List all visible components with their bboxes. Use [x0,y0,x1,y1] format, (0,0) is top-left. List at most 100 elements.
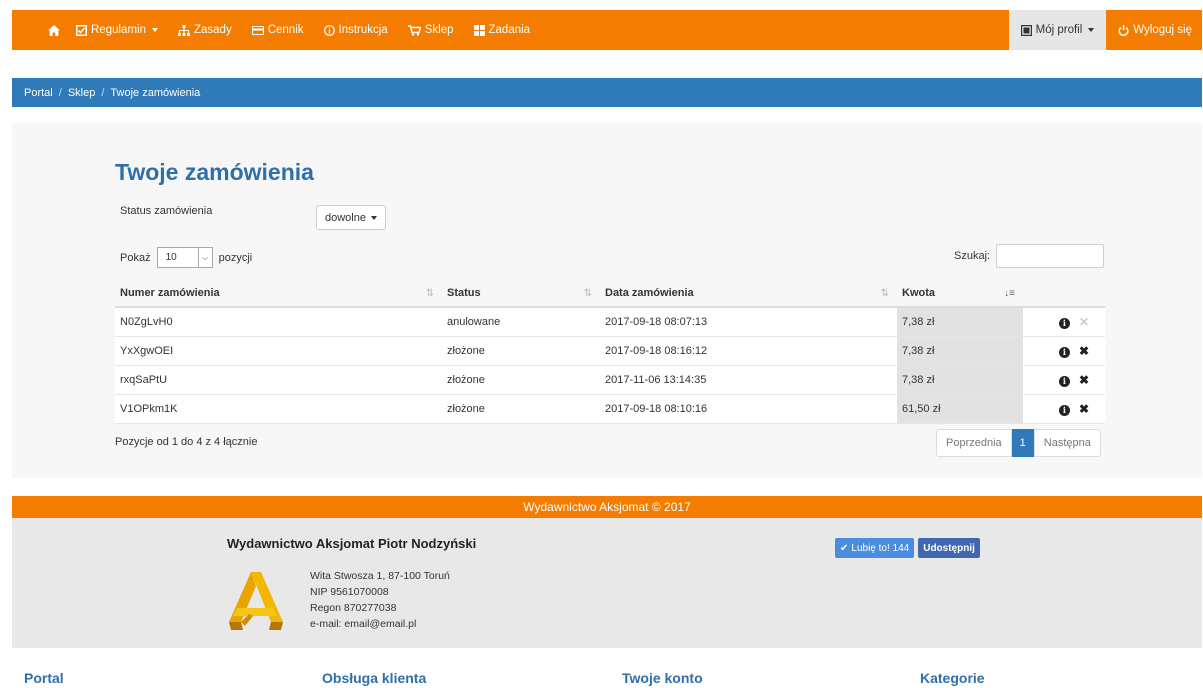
sitemap-icon [177,24,190,36]
facebook-share-button[interactable]: Udostępnij [918,538,980,558]
order-number: rxqSaPtU [115,365,442,395]
column-header-amount-label: Kwota [902,286,935,299]
status-filter-value: dowolne [325,211,366,224]
table-row: YxXgwOEI złożone 2017-09-18 08:16:12 7,3… [115,336,1105,366]
footer-column-account: Twoje konto [622,670,703,686]
company-address: Wita Stwosza 1, 87-100 Toruń NIP 9561070… [310,568,450,632]
close-icon[interactable]: ✖ [1079,344,1089,358]
order-amount: 61,50 zł [897,394,1023,424]
logout-button[interactable]: Wyloguj się [1106,10,1202,50]
order-amount: 7,38 zł [897,365,1023,395]
nav-sklep[interactable]: Sklep [398,10,464,50]
company-logo [229,572,283,630]
order-status: złożone [442,394,600,424]
order-number: N0ZgLvH0 [115,307,442,337]
close-icon[interactable]: ✖ [1079,373,1089,387]
page-length-select[interactable]: 10 ⌵ [156,247,213,268]
nav-instrukcja-label: Instrukcja [338,24,388,36]
footer-box: Wydawnictwo Aksjomat Piotr Nodzyński Wit… [12,518,1202,648]
orders-table: Numer zamówienia ⇅ Status ⇅ Data zamówieni… [115,279,1105,424]
column-header-date[interactable]: Data zamówienia ⇅ [600,279,897,308]
order-actions: i ✖ [1023,394,1105,424]
breadcrumb: Portal / Sklep / Twoje zamówienia [12,78,1202,107]
sort-desc-icon: ↓≡ [1004,288,1015,299]
order-date: 2017-11-06 13:14:35 [600,365,897,395]
nip-line: NIP 9561070008 [310,586,389,598]
pagination-next[interactable]: Następna [1033,429,1101,457]
chevron-down-icon [1088,28,1095,32]
pagination-page[interactable]: 1 [1011,429,1034,457]
order-actions: i ✖ [1023,336,1105,366]
chevron-down-icon [151,28,158,32]
logout-label: Wyloguj się [1133,24,1192,36]
page-title: Twoje zamówienia [115,159,314,185]
profile-menu[interactable]: Mój profil [1008,10,1107,50]
page-length-suffix: pozycji [218,251,253,264]
footer-column-portal: Portal [24,670,64,686]
sort-icon: ⇅ [425,288,434,299]
nav-zasady[interactable]: Zasady [168,10,242,50]
status-filter-dropdown[interactable]: dowolne [316,205,386,230]
search-label: Szukaj: [954,250,991,262]
column-header-number[interactable]: Numer zamówienia ⇅ [115,279,442,308]
nav-zadania[interactable]: Zadania [464,10,541,50]
footer-column-categories: Kategorie [920,670,985,686]
sort-icon: ⇅ [583,288,592,299]
nav-cennik[interactable]: Cennik [242,10,314,50]
order-date: 2017-09-18 08:07:13 [600,307,897,337]
order-date: 2017-09-18 08:10:16 [600,394,897,424]
page-length-control: Pokaż 10 ⌵ pozycji [120,247,252,268]
chevron-down-icon: ⌵ [197,248,212,267]
breadcrumb-sklep[interactable]: Sklep [68,87,96,99]
order-status: anulowane [442,307,600,337]
main-panel: Twoje zamówienia Status zamówienia dowol… [12,123,1202,478]
home-icon [48,24,60,36]
column-header-number-label: Numer zamówienia [120,286,220,299]
email-line: e-mail: email@email.pl [310,618,417,630]
nav-zadania-label: Zadania [488,24,531,36]
column-header-date-label: Data zamówienia [605,286,694,299]
nav-sklep-label: Sklep [424,24,454,36]
table-header-row: Numer zamówienia ⇅ Status ⇅ Data zamówieni… [115,279,1105,308]
pagination-previous[interactable]: Poprzednia [936,429,1012,457]
info-icon[interactable]: i [1058,317,1070,329]
column-header-status-label: Status [447,286,481,299]
table-row: rxqSaPtU złożone 2017-11-06 13:14:35 7,3… [115,365,1105,395]
footer-column-customer-service: Obsługa klienta [322,670,427,686]
page-length-prefix: Pokaż [120,251,151,264]
order-number: YxXgwOEI [115,336,442,366]
home-link[interactable] [12,10,66,50]
order-actions: i ✕ [1023,307,1105,337]
order-number: V1OPkm1K [115,394,442,424]
breadcrumb-current: Twoje zamówienia [110,86,201,99]
pagination: Poprzednia 1 Następna [936,429,1101,457]
chevron-down-icon [370,215,377,220]
footer-bar: Wydawnictwo Aksjomat © 2017 [12,496,1202,518]
order-status: złożone [442,336,600,366]
page: Regulamin Zasady Cennik Instrukcja Sklep… [0,0,1203,688]
facebook-widgets: ✔ Lubię to! 144 Udostępnij [835,538,980,558]
order-status: złożone [442,365,600,395]
address-line: Wita Stwosza 1, 87-100 Toruń [310,570,450,582]
cart-icon [407,24,421,36]
close-icon[interactable]: ✖ [1079,402,1089,416]
info-icon[interactable]: i [1058,346,1070,358]
nav-regulamin[interactable]: Regulamin [66,10,168,50]
order-actions: i ✖ [1023,365,1105,395]
breadcrumb-portal[interactable]: Portal [24,87,53,99]
search-input[interactable] [996,244,1105,268]
table-info: Pozycje od 1 do 4 z 4 łącznie [115,436,258,448]
nav-instrukcja[interactable]: Instrukcja [314,10,398,50]
facebook-like-label: Lubię to! 144 [851,542,910,554]
order-amount: 7,38 zł [897,307,1023,337]
column-header-status[interactable]: Status ⇅ [442,279,600,308]
nav-zasady-label: Zasady [193,24,232,36]
info-icon[interactable]: i [1058,404,1070,416]
search-control: Szukaj: [954,244,1105,268]
facebook-like-button[interactable]: ✔ Lubię to! 144 [835,538,915,558]
page-length-value: 10 [165,252,177,263]
checkbox-icon [76,24,87,36]
column-header-amount[interactable]: Kwota ↓≡ [897,279,1023,308]
info-icon[interactable]: i [1058,375,1070,387]
column-header-actions [1023,279,1105,308]
